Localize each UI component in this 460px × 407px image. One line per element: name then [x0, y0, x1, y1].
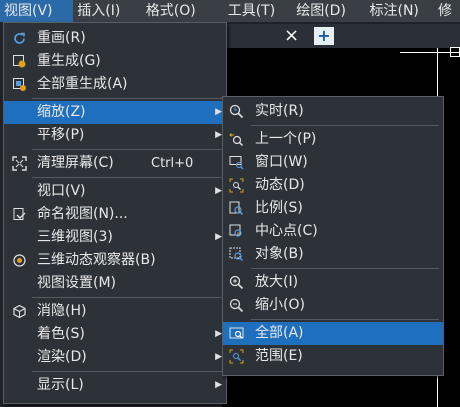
zoom-dynamic-icon: [229, 178, 244, 193]
zoom-item-scale[interactable]: 比例(S): [223, 197, 443, 220]
menu-draw[interactable]: 绘图(D): [292, 0, 365, 22]
submenu-arrow-icon: ▶: [215, 107, 222, 117]
menu-item-display[interactable]: 显示(L) ▶: [4, 374, 226, 397]
orbit-icon: [12, 253, 27, 268]
zoom-item-extents[interactable]: 范围(E): [223, 345, 443, 368]
fullscreen-icon: [12, 156, 27, 171]
menu-separator: [32, 371, 222, 372]
menu-format[interactable]: 格式(O): [142, 0, 224, 22]
menu-dimension[interactable]: 标注(N): [366, 0, 435, 22]
redraw-icon: [12, 31, 27, 46]
menu-item-pan[interactable]: 平移(P) ▶: [4, 124, 226, 147]
zoom-item-dynamic[interactable]: 动态(D): [223, 174, 443, 197]
zoom-submenu: 实时(R) 上一个(P) 窗口(W) 动态(D) 比例(S) 中心点(C) 对象…: [222, 96, 444, 376]
zoom-previous-icon: [229, 132, 244, 147]
submenu-arrow-icon: ▶: [215, 352, 222, 362]
menu-bar: 视图(V) 插入(I) 格式(O) 工具(T) 绘图(D) 标注(N) 修: [0, 0, 460, 22]
menu-item-3d-orbit[interactable]: 三维动态观察器(B): [4, 249, 226, 272]
regen-icon: [12, 54, 27, 69]
crosshair-pickbox: [450, 47, 460, 57]
submenu-arrow-icon: ▶: [215, 186, 222, 196]
zoom-extents-icon: [229, 349, 244, 364]
menu-separator: [32, 297, 222, 298]
zoom-scale-icon: [229, 201, 244, 216]
zoom-item-in[interactable]: 放大(I): [223, 271, 443, 294]
submenu-arrow-icon: ▶: [215, 130, 222, 140]
menu-separator: [251, 125, 439, 126]
menu-item-named-views[interactable]: 命名视图(N)...: [4, 203, 226, 226]
zoom-window-icon: [229, 155, 244, 170]
menu-item-render[interactable]: 渲染(D) ▶: [4, 346, 226, 369]
menu-item-zoom[interactable]: 缩放(Z) ▶: [4, 101, 226, 124]
shortcut-label: Ctrl+0: [151, 156, 194, 171]
zoom-all-icon: [229, 326, 244, 341]
menu-item-redraw[interactable]: 重画(R): [4, 27, 226, 50]
submenu-arrow-icon: ▶: [215, 232, 222, 242]
zoom-realtime-icon: [229, 104, 244, 119]
submenu-arrow-icon: ▶: [215, 329, 222, 339]
zoom-object-icon: [229, 247, 244, 262]
menu-modify[interactable]: 修: [434, 0, 460, 22]
menu-item-shade[interactable]: 着色(S) ▶: [4, 323, 226, 346]
tab-close-icon[interactable]: ×: [284, 26, 299, 46]
menu-view[interactable]: 视图(V): [0, 0, 74, 22]
menu-separator: [32, 98, 222, 99]
zoom-in-icon: [229, 275, 244, 290]
menu-tools[interactable]: 工具(T): [224, 0, 293, 22]
menu-item-viewports[interactable]: 视口(V) ▶: [4, 180, 226, 203]
hide-icon: [12, 304, 27, 319]
named-view-icon: [12, 207, 27, 222]
menu-separator: [32, 149, 222, 150]
menu-item-view-settings[interactable]: 视图设置(M): [4, 272, 226, 295]
document-tab-bar: [222, 24, 460, 48]
zoom-center-icon: [229, 224, 244, 239]
menu-separator: [251, 268, 439, 269]
menu-item-regen[interactable]: 重生成(G): [4, 50, 226, 73]
zoom-out-icon: [229, 298, 244, 313]
menu-insert[interactable]: 插入(I): [73, 0, 142, 22]
regen-all-icon: [12, 77, 27, 92]
menu-item-3d-views[interactable]: 三维视图(3) ▶: [4, 226, 226, 249]
submenu-arrow-icon: ▶: [215, 380, 222, 390]
menu-item-hide[interactable]: 消隐(H): [4, 300, 226, 323]
zoom-item-realtime[interactable]: 实时(R): [223, 100, 443, 123]
zoom-item-all[interactable]: 全部(A): [223, 322, 443, 345]
menu-item-regen-all[interactable]: 全部重生成(A): [4, 73, 226, 96]
new-tab-button[interactable]: +: [314, 27, 334, 45]
menu-item-clean-screen[interactable]: 清理屏幕(C) Ctrl+0: [4, 152, 226, 175]
zoom-item-out[interactable]: 缩小(O): [223, 294, 443, 317]
zoom-item-previous[interactable]: 上一个(P): [223, 128, 443, 151]
menu-separator: [32, 177, 222, 178]
view-menu: 重画(R) 重生成(G) 全部重生成(A) 缩放(Z) ▶ 平移(P) ▶ 清理…: [3, 22, 227, 404]
zoom-item-object[interactable]: 对象(B): [223, 243, 443, 266]
zoom-item-window[interactable]: 窗口(W): [223, 151, 443, 174]
zoom-item-center[interactable]: 中心点(C): [223, 220, 443, 243]
menu-separator: [251, 319, 439, 320]
